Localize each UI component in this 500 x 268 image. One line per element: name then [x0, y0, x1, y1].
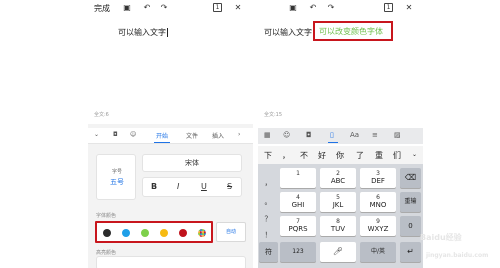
- text-cursor: [167, 28, 168, 37]
- punct-period-key[interactable]: 。: [259, 197, 277, 207]
- color-wheel-icon[interactable]: [198, 229, 206, 237]
- close-icon[interactable]: ✕: [233, 3, 243, 13]
- reenter-button[interactable]: 重输: [400, 192, 421, 212]
- font-color-label: 字体颜色: [96, 213, 117, 219]
- keyboard: ， 。 ？ ！ 1 2 ABC 3 DEF ⌫ 4 GHI 5 JKL 6 MNO 重输 …: [258, 164, 423, 268]
- keyboard-toolbar: ▦ ☺ ◘ ▯ Aa ≡ ▨: [258, 128, 423, 144]
- save-icon[interactable]: ▣: [288, 3, 298, 13]
- key-5[interactable]: 5 JKL: [320, 192, 356, 212]
- font-name-selector[interactable]: 宋体: [142, 154, 242, 172]
- color-swatch-black[interactable]: [103, 229, 111, 237]
- left-phone-screen: 完成 ▣ ↶ ↷ 1 ✕ 可以输入文字 全文:6 ⌄ ◘ ☺ 开始 文件 插入 …: [88, 0, 253, 268]
- highlight-frame: 可以改变颜色字体: [313, 21, 393, 41]
- format-buttons-row: B I U S: [142, 177, 242, 197]
- candidate-word[interactable]: 们: [393, 150, 401, 161]
- word-count: 全文:6: [94, 112, 109, 118]
- document-text: 可以输入文字: [118, 28, 166, 37]
- underline-button[interactable]: U: [201, 182, 207, 191]
- tab-file[interactable]: 文件: [186, 131, 198, 140]
- key-9[interactable]: 9 WXYZ: [360, 216, 396, 236]
- language-switch-key[interactable]: 中/英: [360, 242, 396, 262]
- color-swatch-yellow[interactable]: [160, 229, 168, 237]
- candidate-word[interactable]: 你: [336, 150, 344, 161]
- backspace-icon[interactable]: ⌫: [400, 168, 421, 188]
- keyboard-grid-icon[interactable]: ▦: [264, 131, 271, 139]
- color-swatch-green[interactable]: [141, 229, 149, 237]
- panel-tab-bar: ⌄ ◘ ☺ 开始 文件 插入 ›: [88, 128, 253, 144]
- candidate-word[interactable]: 下: [264, 150, 272, 161]
- done-button[interactable]: 完成: [94, 3, 110, 14]
- microphone-icon[interactable]: 🎤︎: [320, 242, 356, 262]
- auto-color-button[interactable]: 自动: [216, 222, 246, 242]
- undo-icon[interactable]: ↶: [308, 3, 318, 13]
- tab-start[interactable]: 开始: [156, 131, 168, 140]
- document-text[interactable]: 可以输入文字: [264, 27, 312, 38]
- key-6[interactable]: 6 MNO: [360, 192, 396, 212]
- font-icon[interactable]: Aa: [350, 131, 359, 139]
- active-tab-indicator: [154, 142, 170, 143]
- key-2[interactable]: 2 ABC: [320, 168, 356, 188]
- align-icon[interactable]: ≡: [372, 131, 378, 139]
- chevron-right-icon[interactable]: ›: [238, 131, 240, 138]
- color-swatch-blue[interactable]: [122, 229, 130, 237]
- right-phone-screen: ▣ ↶ ↷ 1 ✕ 可以输入文字 可以改变颜色字体 全文:15 ▦ ☺ ◘ ▯ …: [258, 0, 423, 268]
- emoji-icon[interactable]: ☺: [130, 131, 136, 138]
- watermark-url: jingyan.baidu.com: [426, 252, 489, 259]
- document-text-area[interactable]: 可以输入文字: [118, 27, 168, 38]
- phone-icon[interactable]: ▯: [330, 131, 334, 139]
- candidate-bar: 下 ， 不 好 你 了 重 们 ⌄: [258, 146, 423, 164]
- candidate-word[interactable]: 重: [375, 150, 383, 161]
- watermark-logo: Baidu经验: [420, 233, 462, 242]
- highlight-color-label: 高亮颜色: [96, 250, 117, 256]
- font-size-value: 五号: [110, 178, 124, 186]
- key-4[interactable]: 4 GHI: [280, 192, 316, 212]
- font-color-palette: [95, 221, 213, 243]
- key-8[interactable]: 8 TUV: [320, 216, 356, 236]
- screenshot-root: 完成 ▣ ↶ ↷ 1 ✕ 可以输入文字 全文:6 ⌄ ◘ ☺ 开始 文件 插入 …: [0, 0, 500, 268]
- save-icon[interactable]: ▣: [122, 3, 132, 13]
- punct-comma-key[interactable]: ，: [259, 178, 277, 188]
- font-size-label: 字号: [111, 169, 122, 175]
- highlight-color-row[interactable]: [96, 256, 246, 268]
- candidate-word[interactable]: 好: [318, 150, 326, 161]
- close-icon[interactable]: ✕: [404, 3, 414, 13]
- active-tool-indicator: [328, 142, 338, 143]
- chevron-down-icon[interactable]: ⌄: [94, 131, 99, 138]
- enter-icon[interactable]: ↵: [400, 242, 421, 262]
- key-1[interactable]: 1: [280, 168, 316, 188]
- camera-icon[interactable]: ◘: [306, 131, 312, 139]
- word-count: 全文:15: [264, 112, 283, 118]
- bold-button[interactable]: B: [151, 182, 157, 191]
- right-top-bar: ▣ ↶ ↷ 1 ✕: [258, 0, 423, 18]
- image-icon[interactable]: ▨: [394, 131, 401, 139]
- strikethrough-button[interactable]: S: [227, 182, 232, 191]
- key-7[interactable]: 7 PQRS: [280, 216, 316, 236]
- page-count-badge[interactable]: 1: [213, 3, 222, 12]
- italic-button[interactable]: I: [177, 182, 179, 191]
- candidate-word[interactable]: 不: [300, 150, 308, 161]
- color-swatch-red[interactable]: [179, 229, 187, 237]
- font-size-selector[interactable]: 字号 五号: [96, 154, 136, 200]
- redo-icon[interactable]: ↷: [326, 3, 336, 13]
- symbols-key[interactable]: 符: [259, 242, 278, 262]
- colored-text[interactable]: 可以改变颜色字体: [319, 26, 383, 37]
- number-mode-key[interactable]: 123: [280, 242, 316, 262]
- candidate-word[interactable]: ，: [282, 150, 290, 161]
- redo-icon[interactable]: ↷: [159, 3, 169, 13]
- key-0[interactable]: 0: [400, 216, 421, 236]
- punct-question-key[interactable]: ？: [259, 214, 277, 224]
- punct-exclaim-key[interactable]: ！: [259, 230, 277, 240]
- chevron-down-icon[interactable]: ⌄: [412, 151, 417, 158]
- tab-insert[interactable]: 插入: [212, 131, 224, 140]
- left-top-bar: 完成 ▣ ↶ ↷ 1 ✕: [88, 0, 253, 18]
- page-count-badge[interactable]: 1: [384, 3, 393, 12]
- candidate-word[interactable]: 了: [356, 150, 364, 161]
- undo-icon[interactable]: ↶: [142, 3, 152, 13]
- key-3[interactable]: 3 DEF: [360, 168, 396, 188]
- emoji-icon[interactable]: ☺: [283, 131, 290, 139]
- camera-icon[interactable]: ◘: [113, 131, 118, 138]
